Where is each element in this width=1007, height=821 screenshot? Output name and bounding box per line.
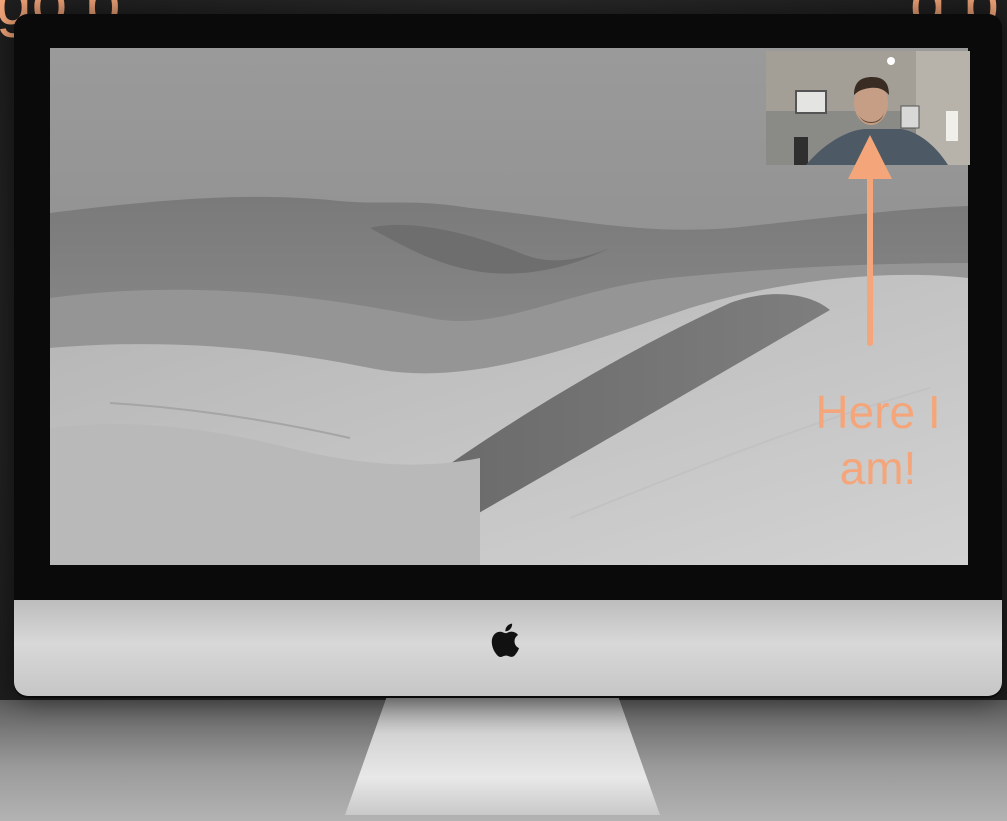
here-i-am-callout: Here I am! [778, 384, 978, 496]
imac-stand [345, 690, 660, 815]
callout-line-2: am! [839, 442, 917, 494]
photo-scene: go p g p [0, 0, 1007, 821]
arrow-up-icon [848, 135, 892, 346]
apple-logo-icon [491, 623, 519, 658]
callout-line-1: Here I [815, 386, 941, 438]
